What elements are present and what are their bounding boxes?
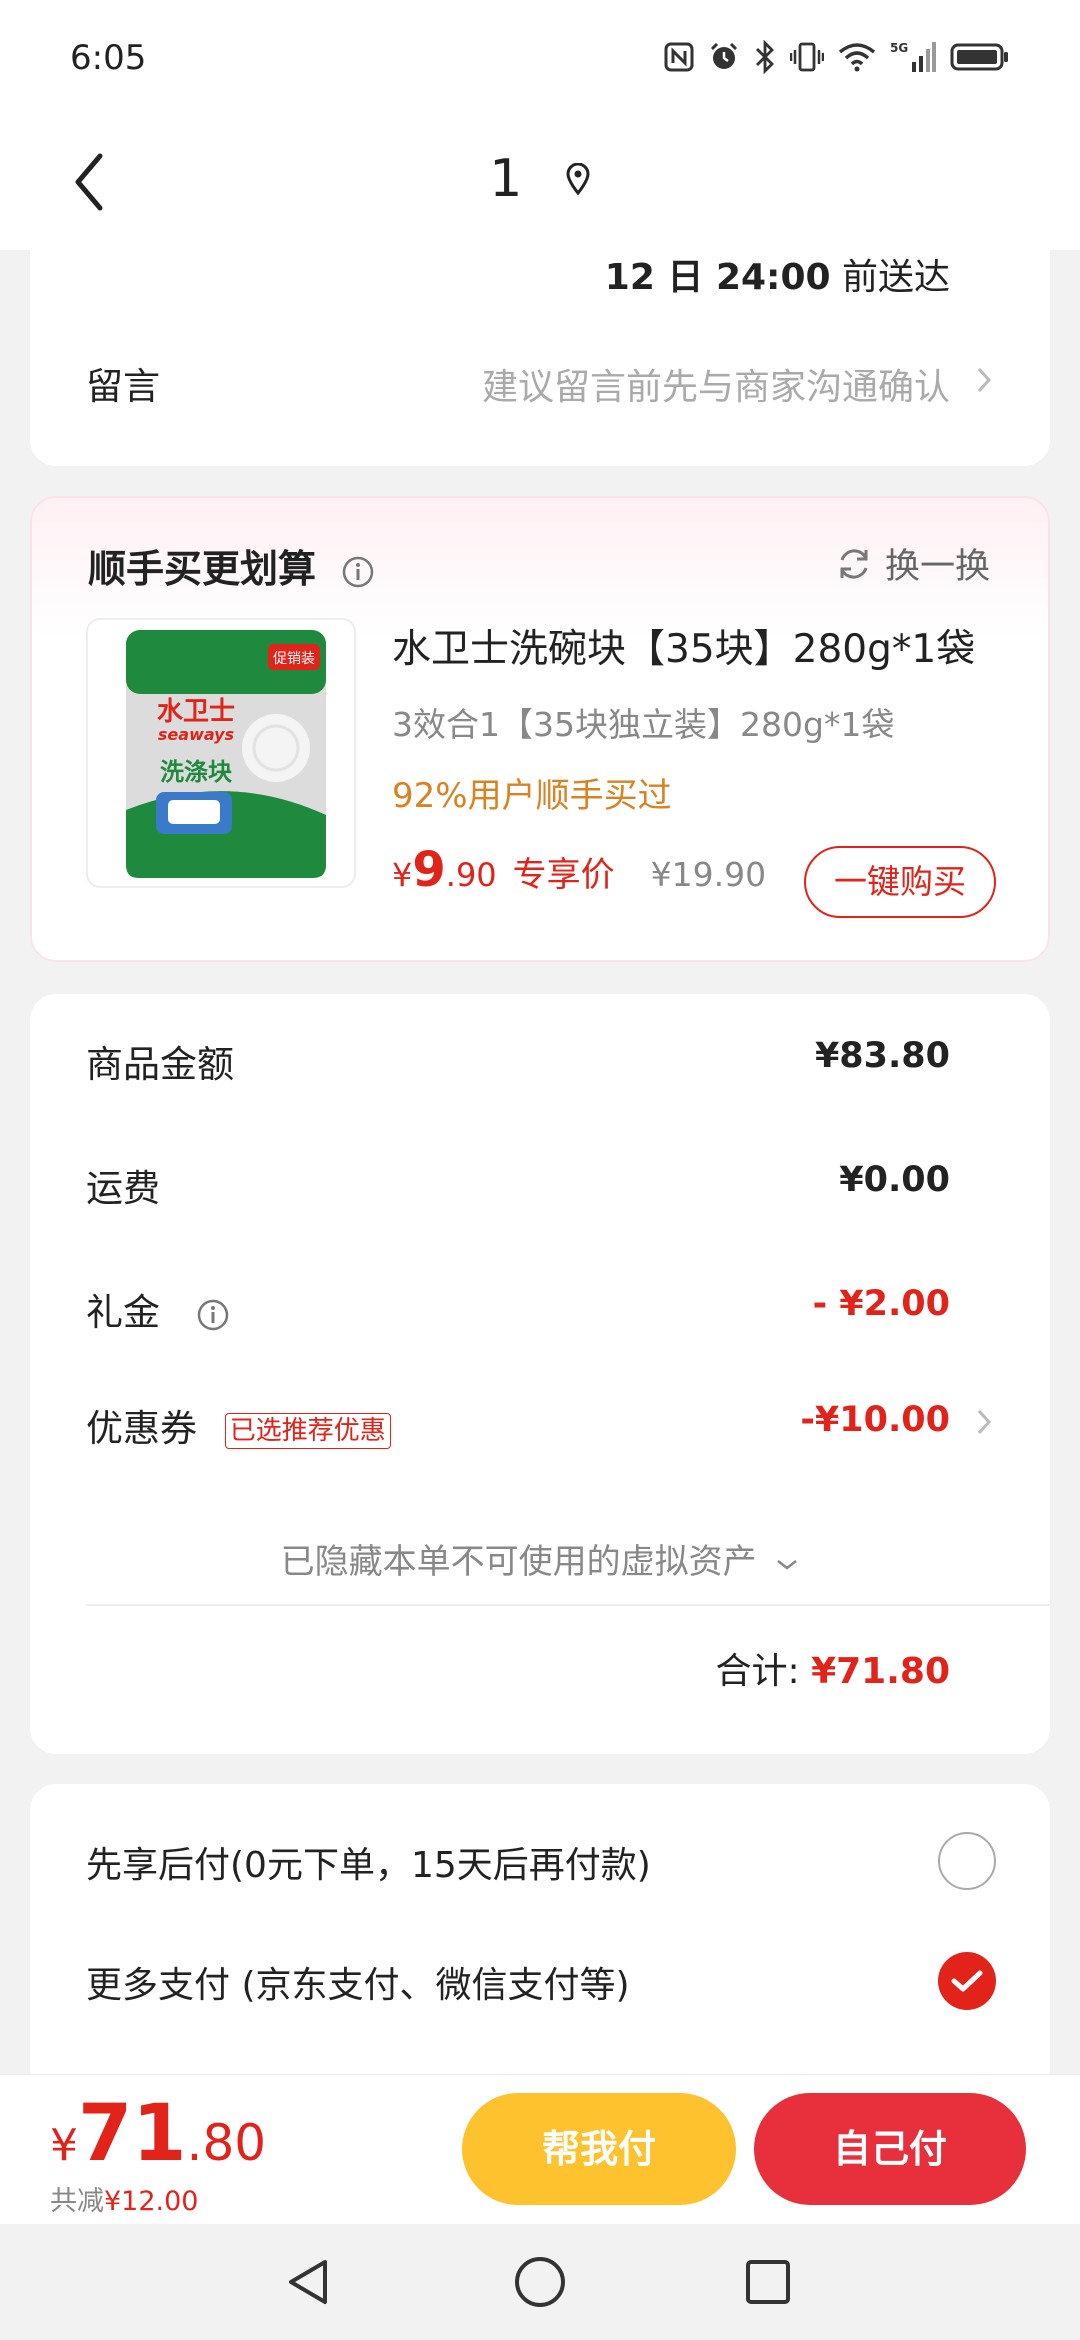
hidden-assets-toggle[interactable]: 已隐藏本单不可使用的虚拟资产 <box>30 1534 1050 1583</box>
signal-5g-icon: 5G <box>890 41 936 72</box>
order-summary-card: 商品金额 ¥83.80 运费 ¥0.00 礼金 - ¥2.00 优惠券 已选推荐… <box>30 994 1050 1754</box>
chevron-right-icon[interactable] <box>976 366 992 394</box>
product-price: ¥ 9 .90 专享价 ¥19.90 <box>392 842 766 898</box>
checkout-total-symbol: ¥ <box>50 2120 78 2171</box>
more-payment-option[interactable]: 更多支付 (京东支付、微信支付等) <box>86 1956 630 2008</box>
price-tag: 专享价 <box>512 855 615 895</box>
saved-amount-row: 共减¥12.00 <box>50 2179 198 2218</box>
checkout-total-integer: 71 <box>78 2089 187 2179</box>
delivery-suffix: 前送达 <box>830 257 950 298</box>
checkout-total: ¥ 71 .80 <box>50 2089 266 2179</box>
saved-label: 共减 <box>50 2186 104 2217</box>
message-input[interactable]: 建议留言前先与商家沟通确认 <box>482 358 950 410</box>
wifi-icon <box>838 43 876 72</box>
svg-text:5G: 5G <box>890 41 908 55</box>
battery-icon <box>950 43 1008 71</box>
more-payment-radio[interactable] <box>938 1952 996 2010</box>
divider <box>86 1604 1050 1606</box>
chevron-right-icon[interactable] <box>976 1408 992 1436</box>
product-name[interactable]: 水卫士洗碗块【35块】280g*1袋 <box>392 618 975 674</box>
total-value: ¥71.80 <box>811 1651 950 1692</box>
pay-later-option[interactable]: 先享后付(0元下单，15天后再付款) <box>86 1836 651 1888</box>
one-click-buy-button[interactable]: 一键购买 <box>804 846 996 918</box>
nav-back-button[interactable] <box>278 2252 338 2312</box>
shipping-value: ¥0.00 <box>839 1160 950 1200</box>
location-pin-icon <box>566 163 590 195</box>
upsell-title: 顺手买更划算 <box>88 538 375 593</box>
product-image[interactable]: 促销装 水卫士 seaways 洗涤块 <box>86 618 356 888</box>
status-bar: 6:05 5G <box>0 0 1080 120</box>
info-icon[interactable] <box>341 555 375 589</box>
saved-amount: ¥12.00 <box>104 2186 199 2217</box>
coupon-badge: 已选推荐优惠 <box>224 1412 391 1449</box>
goods-amount-value: ¥83.80 <box>814 1036 950 1076</box>
delivery-date: 12 日 24:00 <box>604 257 831 298</box>
help-me-pay-button[interactable]: 帮我付 <box>462 2093 736 2205</box>
triangle-back-icon <box>289 2260 327 2304</box>
shipping-label: 运费 <box>86 1167 160 1210</box>
page-title-text: 1 <box>489 149 523 209</box>
coupon-value[interactable]: -¥10.00 <box>800 1400 950 1440</box>
message-label: 留言 <box>86 365 160 408</box>
pay-myself-button[interactable]: 自己付 <box>754 2093 1026 2205</box>
hidden-assets-text: 已隐藏本单不可使用的虚拟资产 <box>280 1542 757 1582</box>
total-label: 合计: <box>715 1651 800 1692</box>
delivery-time: 12 日 24:00 前送达 <box>605 248 950 300</box>
status-icons: 5G <box>664 40 1010 74</box>
product-package-image: 促销装 水卫士 seaways 洗涤块 <box>126 630 326 878</box>
image-brand: 水卫士 <box>157 697 235 727</box>
nav-recents-button[interactable] <box>738 2252 798 2312</box>
chevron-down-icon <box>777 1560 798 1570</box>
swap-label: 换一换 <box>884 547 990 587</box>
status-time: 6:05 <box>70 38 147 78</box>
price-decimal: .90 <box>445 856 497 894</box>
goods-amount-label: 商品金额 <box>86 1043 234 1086</box>
checkout-total-decimal: .80 <box>186 2114 267 2172</box>
nav-home-button[interactable] <box>510 2252 570 2312</box>
upsell-card: 顺手买更划算 换一换 促销装 水卫士 seaways 洗涤块 水卫士洗碗块【35… <box>30 496 1050 962</box>
nfc-icon <box>664 42 694 72</box>
gift-money-label: 礼金 <box>86 1291 160 1334</box>
pay-later-radio[interactable] <box>938 1832 996 1890</box>
vibrate-icon <box>790 42 824 72</box>
image-brand-en: seaways <box>158 725 234 744</box>
original-price: ¥19.90 <box>650 855 767 894</box>
alarm-icon <box>710 42 738 69</box>
checkout-bar: ¥ 71 .80 共减¥12.00 帮我付 自己付 <box>0 2074 1080 2224</box>
image-badge: 促销装 <box>273 651 315 667</box>
header: 1 <box>0 120 1080 250</box>
checkmark-icon <box>951 1970 983 1992</box>
upsell-title-text: 顺手买更划算 <box>88 547 317 591</box>
gift-money-value: - ¥2.00 <box>812 1284 950 1324</box>
system-nav-bar <box>0 2224 1080 2340</box>
circle-home-icon <box>515 2257 565 2307</box>
swap-button[interactable]: 换一换 <box>835 538 990 589</box>
square-recents-icon <box>746 2260 790 2304</box>
image-label: 洗涤块 <box>160 758 232 786</box>
payment-card: 先享后付(0元下单，15天后再付款) 更多支付 (京东支付、微信支付等) <box>30 1784 1050 2084</box>
product-spec: 3效合1【35块独立装】280g*1袋 <box>392 705 895 744</box>
total-row: 合计: ¥71.80 <box>715 1642 950 1694</box>
price-symbol: ¥ <box>392 856 413 894</box>
coupon-row[interactable]: 优惠券 已选推荐优惠 <box>86 1398 391 1452</box>
refresh-icon <box>840 548 868 579</box>
bluetooth-icon <box>756 40 774 74</box>
delivery-card: 12 日 24:00 前送达 留言 建议留言前先与商家沟通确认 <box>30 248 1050 466</box>
price-integer: 9 <box>412 842 446 898</box>
page-title[interactable]: 1 <box>0 146 1080 209</box>
info-icon[interactable] <box>196 1298 230 1332</box>
coupon-label: 优惠券 <box>86 1407 197 1450</box>
gift-money-row: 礼金 <box>86 1282 230 1336</box>
social-proof: 92%用户顺手买过 <box>392 776 672 816</box>
